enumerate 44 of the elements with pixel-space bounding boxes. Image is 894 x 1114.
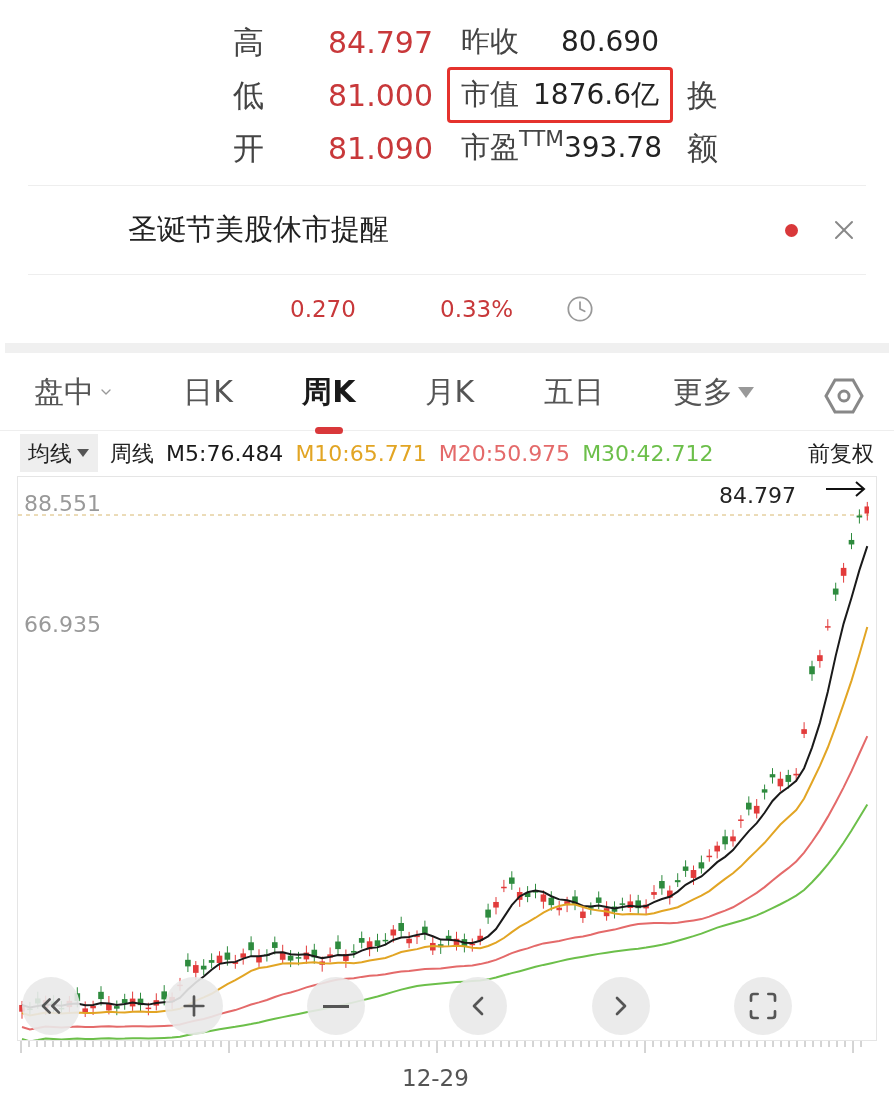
stat-label: 昨收 <box>461 23 519 61</box>
minus-icon <box>323 1004 349 1008</box>
moving-average-value: M30:42.712 <box>582 439 714 468</box>
x-axis-label: 12-29 <box>402 1065 469 1091</box>
change-amount: 0.270 <box>290 294 357 324</box>
last-price-label: 84.797 <box>719 482 796 510</box>
stat-label: 额 <box>687 128 718 168</box>
caret-icon <box>76 448 90 458</box>
fullscreen-icon <box>747 990 779 1022</box>
adjustment-label[interactable]: 前复权 <box>808 436 874 470</box>
zoom-out-button[interactable] <box>307 977 365 1035</box>
stat-label: 开 <box>233 128 265 168</box>
y-axis-label: 88.551 <box>24 490 101 518</box>
moving-average-value: M5:76.484 <box>166 439 284 468</box>
notice-text[interactable]: 圣诞节美股休市提醒 <box>128 208 785 252</box>
stat-label: 高 <box>233 22 265 62</box>
chart-tab[interactable]: 日K <box>183 369 233 422</box>
caret-icon <box>736 384 755 399</box>
y-axis-label: 66.935 <box>24 611 101 639</box>
stat-value: 81.000 <box>327 76 433 115</box>
stat-label: 市盈$^{TTM}$ <box>461 126 564 167</box>
stat-value: 84.797 <box>327 23 433 62</box>
stat-label: 低 <box>233 75 265 115</box>
chart-tab[interactable]: 盘中 <box>34 369 114 422</box>
stat-label: 市值 <box>461 76 519 114</box>
stat-value: 80.690 <box>561 24 659 60</box>
selected-indicator <box>314 427 343 434</box>
rewind-button[interactable] <box>22 977 80 1035</box>
change-percent: 0.33% <box>440 294 515 324</box>
stat-value: 393.78 <box>563 130 662 166</box>
moving-average-value: M10:65.771 <box>295 439 427 468</box>
stat-value: 81.090 <box>327 129 433 168</box>
chart-tab[interactable]: 月K <box>424 369 475 422</box>
indicator-dropdown[interactable]: 均线 <box>20 434 98 472</box>
chart-tab[interactable]: 五日 <box>543 369 604 422</box>
clock-icon[interactable] <box>566 295 594 323</box>
moving-average-value: M20:50.975 <box>438 439 571 468</box>
chart-tab[interactable]: 周K <box>302 369 356 422</box>
chart-tab[interactable]: 更多 <box>672 369 755 422</box>
stat-label: 换 <box>687 75 718 115</box>
arrow-right-icon <box>824 479 868 499</box>
zoom-in-button[interactable] <box>165 977 223 1035</box>
stat-value: 1876.6亿 <box>533 77 659 113</box>
period-label: 周线 <box>110 439 154 468</box>
